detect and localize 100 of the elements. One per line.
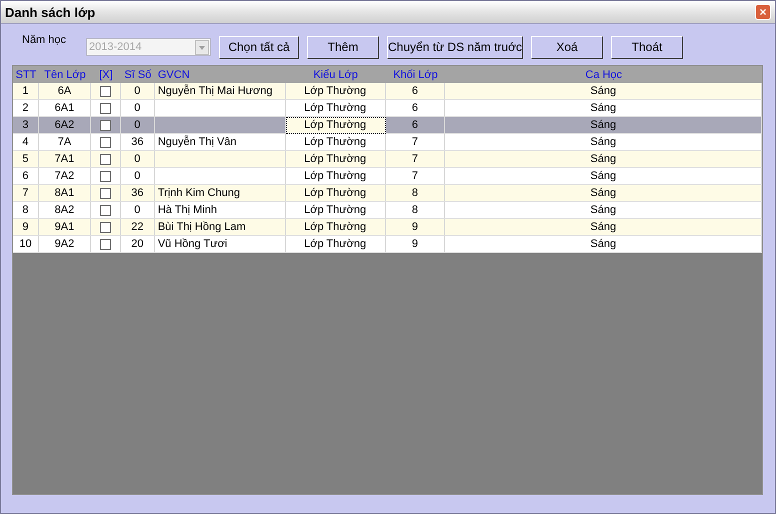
column-header[interactable]: Khối Lớp (386, 66, 446, 83)
class-size: 0 (134, 85, 140, 97)
toolbar-button[interactable]: Chuyển từ DS năm truớc (387, 36, 523, 58)
session: Sáng (590, 85, 616, 97)
year-label: Năm học (21, 34, 68, 46)
class-name: 7A (58, 136, 72, 148)
toolbar-button[interactable]: Xoá (531, 36, 603, 58)
toolbar-button[interactable]: Thoát (611, 36, 683, 58)
class-type: Lớp Thường (304, 102, 366, 114)
class-type: Lớp Thường (304, 170, 366, 182)
checkbox[interactable] (100, 188, 111, 198)
row-number: 8 (22, 204, 29, 216)
table-row[interactable]: 4 7A 36 Nguyễn Thị Vân Lớp Thường 7 Sáng (13, 134, 762, 151)
checkbox[interactable] (100, 170, 111, 182)
checkbox[interactable] (100, 102, 111, 114)
grade-level: 7 (412, 136, 418, 148)
grade-level: 7 (412, 153, 418, 165)
grade-level: 9 (412, 221, 418, 233)
grade-level: 6 (412, 85, 418, 97)
table-row[interactable]: 6 7A2 0 Lớp Thường 7 Sáng (13, 168, 762, 185)
checkbox[interactable] (100, 204, 111, 216)
table-row[interactable]: 3 6A2 0 Lớp Thường 6 Sáng (13, 117, 762, 134)
checkbox[interactable] (100, 120, 111, 130)
session: Sáng (590, 238, 616, 250)
session: Sáng (590, 136, 616, 148)
class-name: 8A1 (54, 187, 74, 199)
teacher-name: Bùi Thị Hồng Lam (158, 221, 246, 233)
column-header[interactable]: STT (13, 66, 39, 83)
row-number: 3 (22, 119, 29, 131)
row-number: 10 (19, 238, 32, 250)
class-size: 36 (131, 136, 144, 148)
toolbar-button[interactable]: Thêm (307, 36, 379, 58)
checkbox[interactable] (100, 154, 111, 164)
checkbox[interactable] (100, 86, 111, 96)
session: Sáng (590, 119, 616, 131)
table-row[interactable]: 9 9A1 22 Bùi Thị Hồng Lam Lớp Thường 9 Sáng (13, 219, 762, 236)
class-type: Lớp Thường (304, 221, 366, 233)
class-name: 8A2 (54, 204, 74, 216)
teacher-name: Hà Thị Minh (158, 204, 217, 216)
session: Sáng (590, 170, 616, 182)
class-size: 0 (134, 170, 140, 182)
class-size: 20 (131, 238, 144, 250)
class-name: 7A1 (54, 153, 74, 165)
window-title: Danh sách lớp (5, 4, 96, 20)
table-row[interactable]: 8 8A2 0 Hà Thị Minh Lớp Thường 8 Sáng (13, 202, 762, 219)
session: Sáng (590, 204, 616, 216)
table-row[interactable]: 10 9A2 20 Vũ Hồng Tươi Lớp Thường 9 Sáng (13, 236, 762, 253)
row-number: 2 (22, 102, 29, 114)
column-header[interactable]: [X] (90, 66, 121, 83)
class-size: 0 (134, 204, 140, 216)
checkbox[interactable] (100, 222, 111, 232)
teacher-name: Nguyễn Thị Vân (158, 136, 237, 148)
class-name: 6A (58, 85, 72, 97)
class-type: Lớp Thường (304, 85, 366, 97)
class-type: Lớp Thường (304, 187, 366, 199)
class-name: 9A1 (54, 221, 74, 233)
class-name: 9A2 (54, 238, 74, 250)
class-size: 0 (134, 153, 140, 165)
grade-level: 8 (412, 204, 418, 216)
checkbox[interactable] (100, 136, 111, 148)
class-name: 7A2 (54, 170, 74, 182)
class-type: Lớp Thường (304, 119, 366, 131)
row-number: 4 (22, 136, 29, 148)
column-header[interactable]: GVCN (154, 66, 286, 83)
teacher-name: Trịnh Kim Chung (158, 187, 240, 199)
grade-level: 6 (412, 119, 418, 131)
column-header[interactable]: Ca Học (445, 66, 762, 83)
table-row[interactable]: 2 6A1 0 Lớp Thường 6 Sáng (13, 100, 762, 117)
class-size: 36 (131, 187, 144, 199)
grade-level: 8 (412, 187, 418, 199)
class-type: Lớp Thường (304, 136, 366, 148)
session: Sáng (590, 221, 616, 233)
table-row[interactable]: 5 7A1 0 Lớp Thường 7 Sáng (13, 151, 762, 168)
close-button[interactable]: × (755, 4, 771, 20)
class-size: 22 (131, 221, 144, 233)
column-header[interactable]: Tên Lớp (39, 66, 91, 83)
class-size: 0 (134, 102, 140, 114)
class-name: 6A1 (54, 102, 74, 114)
grade-level: 6 (412, 102, 418, 114)
session: Sáng (590, 102, 616, 114)
row-number: 5 (22, 153, 29, 165)
class-type: Lớp Thường (304, 238, 366, 250)
table-row[interactable]: 1 6A 0 Nguyễn Thị Mai Hương Lớp Thường 6 Sáng (13, 83, 762, 100)
column-header[interactable]: Sĩ Số (120, 66, 155, 83)
class-type: Lớp Thường (304, 153, 366, 165)
row-number: 1 (22, 85, 29, 97)
row-number: 9 (22, 221, 29, 233)
session: Sáng (590, 187, 616, 199)
teacher-name: Vũ Hồng Tươi (158, 238, 228, 250)
checkbox[interactable] (100, 238, 111, 250)
row-number: 7 (22, 187, 29, 199)
class-size: 0 (134, 119, 140, 131)
teacher-name: Nguyễn Thị Mai Hương (158, 85, 272, 97)
column-header[interactable]: Kiểu Lớp (286, 66, 386, 83)
class-type: Lớp Thường (304, 204, 366, 216)
grade-level: 7 (412, 170, 418, 182)
toolbar-button[interactable]: Chọn tất cả (219, 36, 299, 58)
class-name: 6A2 (54, 119, 74, 131)
row-number: 6 (22, 170, 29, 182)
table-row[interactable]: 7 8A1 36 Trịnh Kim Chung Lớp Thường 8 Sáng (13, 185, 762, 202)
